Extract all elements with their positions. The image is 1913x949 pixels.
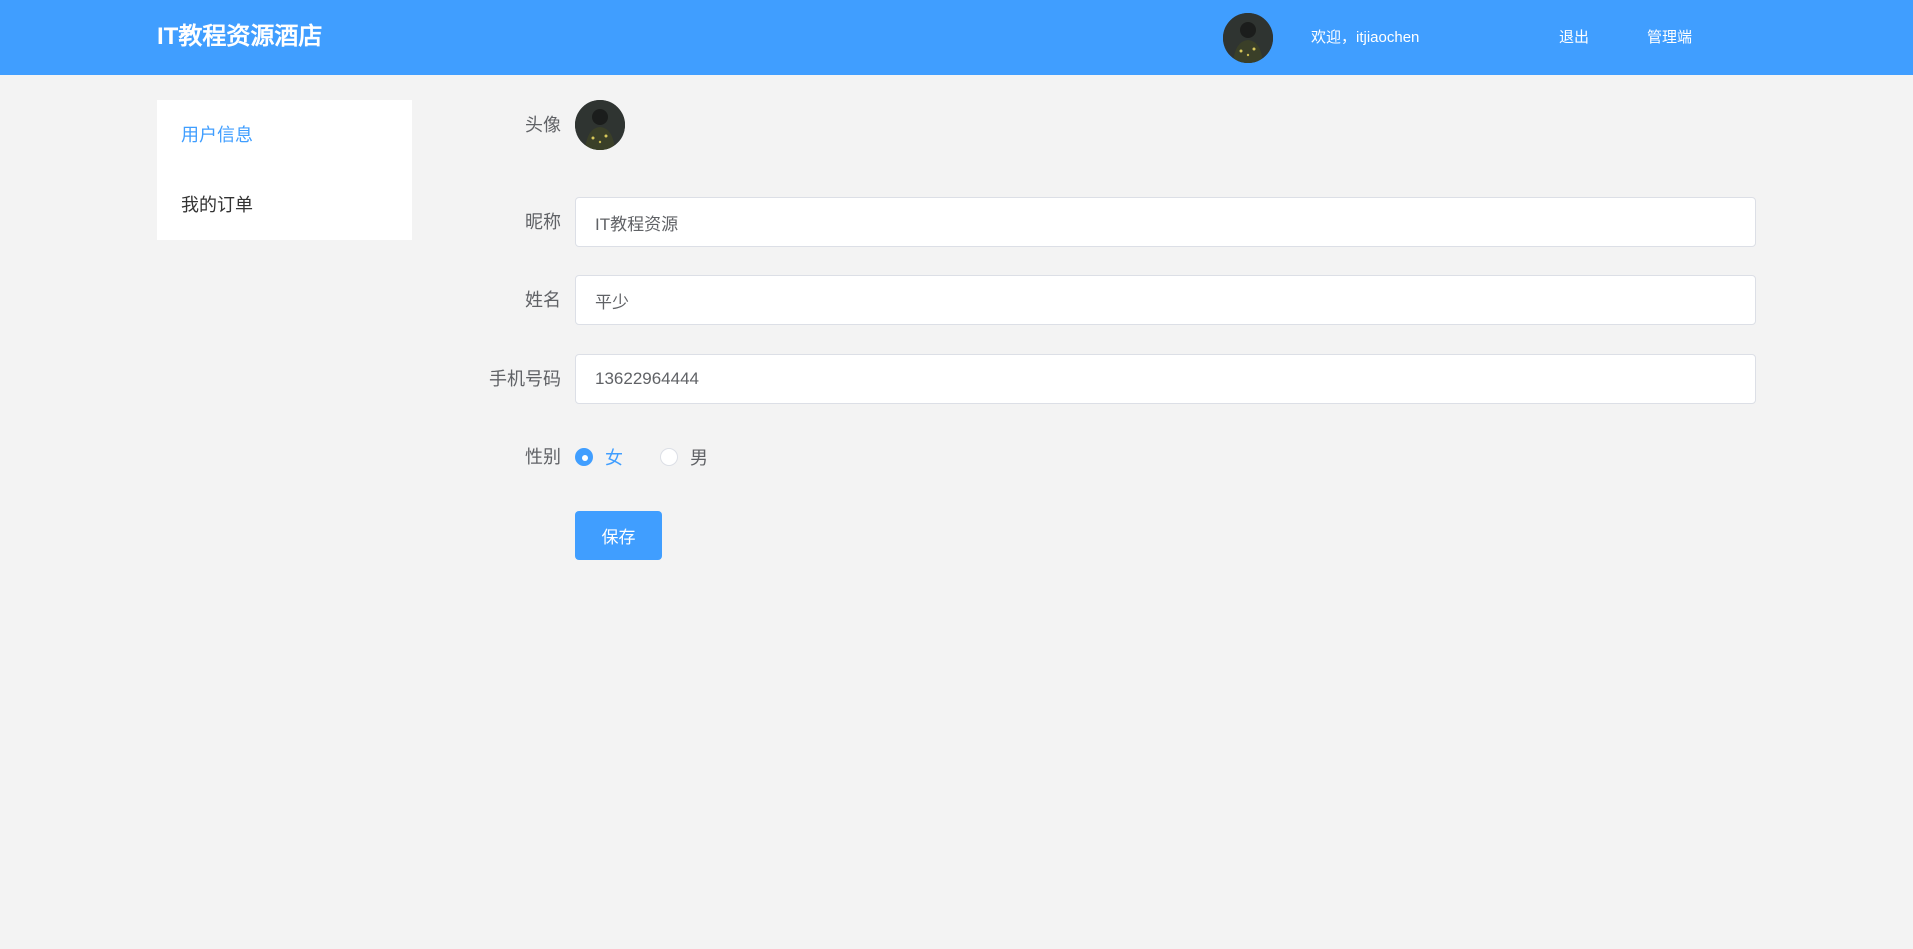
profile-avatar-icon[interactable] — [575, 100, 625, 150]
gender-female-label: 女 — [605, 448, 623, 468]
user-avatar-icon[interactable] — [1223, 13, 1273, 63]
gender-male-label: 男 — [690, 448, 708, 468]
sidebar-item-my-orders[interactable]: 我的订单 — [157, 170, 412, 240]
sidebar-item-user-info[interactable]: 用户信息 — [157, 100, 412, 170]
sidebar-menu: 用户信息 我的订单 — [157, 100, 412, 240]
welcome-text: 欢迎，itjiaochen — [1311, 29, 1420, 46]
radio-checked-icon — [575, 448, 593, 466]
top-navbar: IT教程资源酒店 欢迎，itjiaochen 退出 管理端 — [0, 0, 1913, 75]
gender-label: 性别 — [525, 447, 561, 467]
avatar-label: 头像 — [525, 115, 561, 135]
name-label: 姓名 — [525, 290, 561, 310]
logout-link[interactable]: 退出 — [1559, 29, 1589, 47]
site-title[interactable]: IT教程资源酒店 — [157, 22, 322, 52]
admin-link[interactable]: 管理端 — [1647, 29, 1692, 47]
phone-input[interactable] — [575, 354, 1756, 404]
radio-unchecked-icon — [660, 448, 678, 466]
gender-female-radio[interactable]: 女 — [575, 446, 623, 468]
nickname-input[interactable] — [575, 197, 1756, 247]
nickname-label: 昵称 — [525, 212, 561, 232]
gender-male-radio[interactable]: 男 — [660, 446, 708, 468]
name-input[interactable] — [575, 275, 1756, 325]
phone-label: 手机号码 — [489, 369, 561, 389]
save-button[interactable]: 保存 — [575, 511, 662, 560]
